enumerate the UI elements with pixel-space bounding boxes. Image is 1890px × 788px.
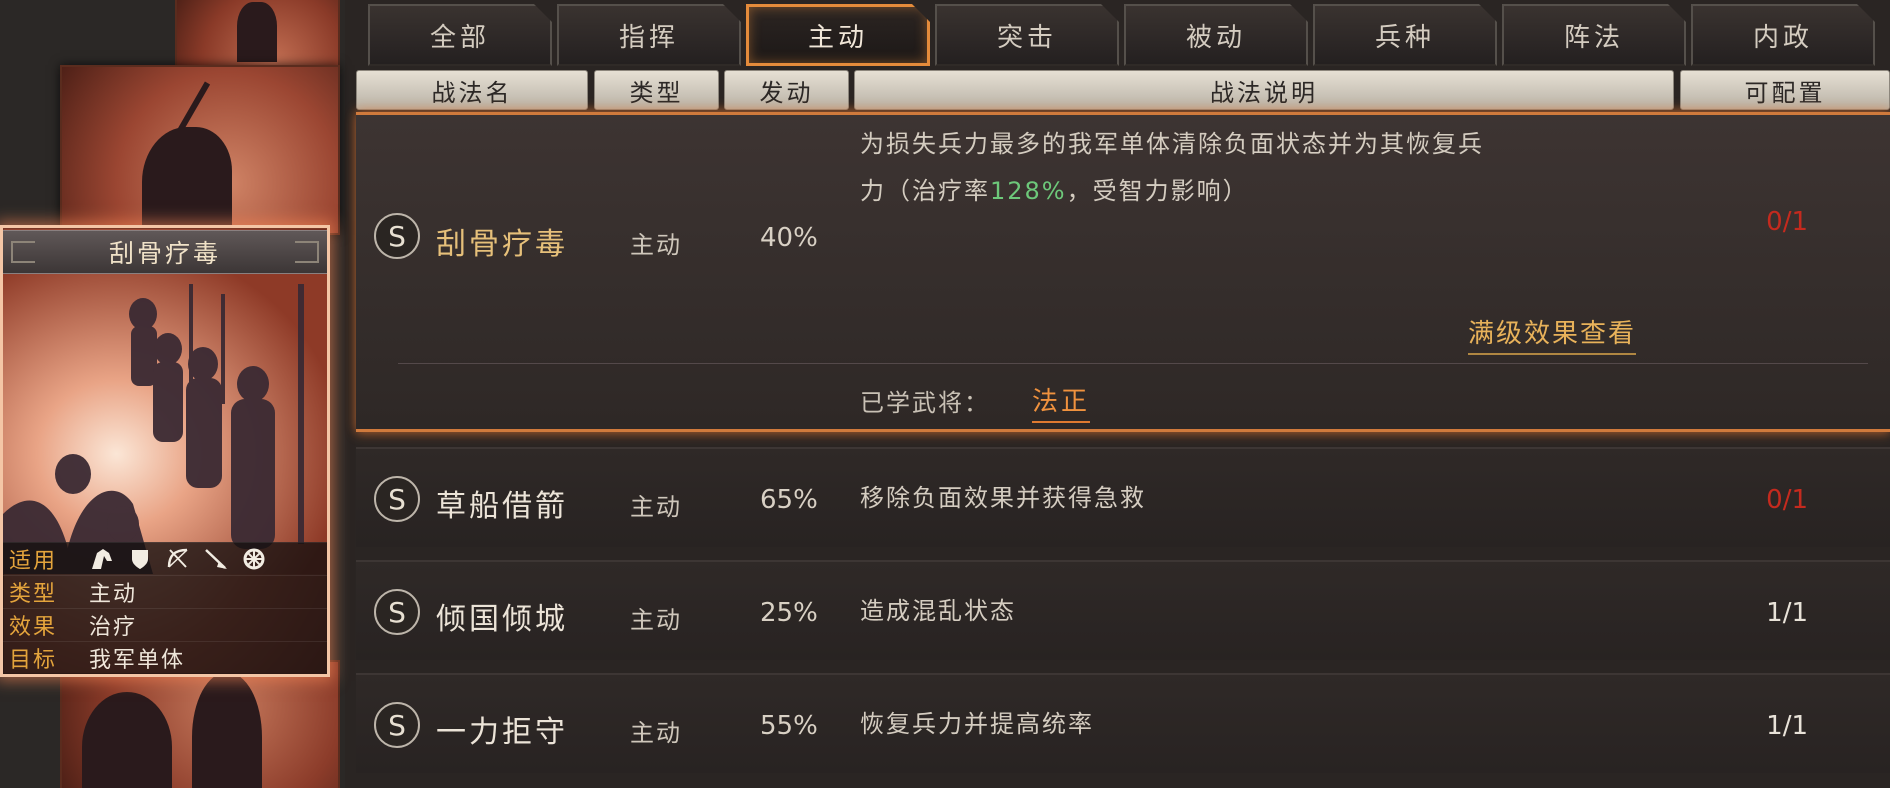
- skill-name: 一力拒守: [436, 715, 568, 750]
- skill-name: 刮骨疗毒: [436, 227, 568, 262]
- tab-active[interactable]: 主动: [746, 4, 930, 66]
- skill-type: 主动: [630, 719, 682, 747]
- card-info-panel: 适用 类型 主动 效果 治疗 目标 我军单体: [3, 542, 327, 674]
- info-row-effect: 效果 治疗: [3, 608, 327, 641]
- learned-general-link[interactable]: 法正: [1032, 381, 1091, 423]
- card-title: 刮骨疗毒: [108, 239, 221, 268]
- skill-row[interactable]: S 一力拒守 主动 55% 恢复兵力并提高统率 1/1: [356, 673, 1890, 773]
- info-row-applicable: 适用: [3, 542, 327, 575]
- grade-badge: S: [374, 476, 420, 522]
- skill-row-expanded[interactable]: S 刮骨疗毒 主动 40% 为损失兵力最多的我军单体清除负面状态并为其恢复兵 力…: [356, 112, 1890, 432]
- skill-row[interactable]: S 草船借箭 主动 65% 移除负面效果并获得急救 0/1: [356, 447, 1890, 547]
- info-key: 目标: [9, 648, 58, 673]
- skill-type: 主动: [630, 231, 682, 259]
- troop-type-icons: [89, 547, 267, 571]
- spear-icon: [203, 547, 229, 571]
- background-skill-card[interactable]: [60, 65, 340, 235]
- description-line: 为损失兵力最多的我军单体清除负面状态并为其恢复兵: [860, 130, 1484, 158]
- info-key: 适用: [9, 549, 58, 574]
- selected-skill-card[interactable]: 刮骨疗毒 适用 类型 主动 效果 治疗 目标 我军单体: [0, 225, 330, 677]
- skill-list: S 刮骨疗毒 主动 40% 为损失兵力最多的我军单体清除负面状态并为其恢复兵 力…: [356, 112, 1890, 788]
- info-value: 主动: [89, 582, 138, 607]
- config-count: 0/1: [1766, 207, 1808, 237]
- cavalry-icon: [89, 547, 115, 571]
- card-artwork: [3, 274, 327, 574]
- tab-all[interactable]: 全部: [368, 4, 552, 66]
- skill-type: 主动: [630, 493, 682, 521]
- skill-card-stack: 刮骨疗毒 适用 类型 主动 效果 治疗 目标 我军单体: [0, 0, 345, 788]
- card-title-bar: 刮骨疗毒: [3, 230, 327, 274]
- skill-description: 造成混乱状态: [860, 597, 1016, 625]
- heal-rate-value: 128%: [990, 177, 1067, 205]
- learned-generals-label: 已学武将：: [860, 389, 990, 417]
- description-line: 力（治疗率128%，受智力影响）: [860, 177, 1249, 205]
- grade-badge: S: [374, 213, 420, 259]
- header-description: 战法说明: [854, 70, 1674, 110]
- siege-wheel-icon: [241, 547, 267, 571]
- category-tabs: 全部 指挥 主动 突击 被动 兵种 阵法 内政: [368, 4, 1890, 68]
- info-value: 治疗: [89, 615, 138, 640]
- grade-badge: S: [374, 702, 420, 748]
- skill-trigger-rate: 25%: [760, 598, 818, 628]
- info-row-type: 类型 主动: [3, 575, 327, 608]
- header-trigger-rate[interactable]: 发动: [724, 70, 849, 110]
- tab-assault[interactable]: 突击: [935, 4, 1119, 66]
- table-header: 战法名 类型 发动 战法说明 可配置: [356, 70, 1890, 112]
- tab-command[interactable]: 指挥: [557, 4, 741, 66]
- info-key: 类型: [9, 582, 58, 607]
- config-count: 1/1: [1766, 711, 1808, 741]
- skill-type: 主动: [630, 606, 682, 634]
- info-row-target: 目标 我军单体: [3, 641, 327, 674]
- row-divider: [398, 363, 1868, 364]
- header-type[interactable]: 类型: [594, 70, 719, 110]
- tab-internal-affairs[interactable]: 内政: [1691, 4, 1875, 66]
- skill-description: 移除负面效果并获得急救: [860, 484, 1146, 512]
- config-count: 1/1: [1766, 598, 1808, 628]
- skill-description: 恢复兵力并提高统率: [860, 710, 1094, 738]
- skill-name: 倾国倾城: [436, 602, 568, 637]
- tab-passive[interactable]: 被动: [1124, 4, 1308, 66]
- skill-trigger-rate: 55%: [760, 711, 818, 741]
- header-skill-name[interactable]: 战法名: [356, 70, 588, 110]
- skill-trigger-rate: 40%: [760, 223, 818, 253]
- shield-icon: [127, 547, 153, 571]
- config-count: 0/1: [1766, 485, 1808, 515]
- skill-name: 草船借箭: [436, 489, 568, 524]
- info-key: 效果: [9, 615, 58, 640]
- skill-description: 为损失兵力最多的我军单体清除负面状态并为其恢复兵 力（治疗率128%，受智力影响…: [860, 121, 1690, 215]
- grade-badge: S: [374, 589, 420, 635]
- max-level-effect-link[interactable]: 满级效果查看: [1468, 313, 1637, 355]
- skill-trigger-rate: 65%: [760, 485, 818, 515]
- header-configurable[interactable]: 可配置: [1680, 70, 1890, 110]
- tab-troop-type[interactable]: 兵种: [1313, 4, 1497, 66]
- info-value: 我军单体: [89, 648, 186, 673]
- bow-icon: [165, 547, 191, 571]
- background-skill-card[interactable]: [60, 660, 340, 788]
- tab-formation[interactable]: 阵法: [1502, 4, 1686, 66]
- skill-row[interactable]: S 倾国倾城 主动 25% 造成混乱状态 1/1: [356, 560, 1890, 660]
- background-skill-card[interactable]: [175, 0, 340, 70]
